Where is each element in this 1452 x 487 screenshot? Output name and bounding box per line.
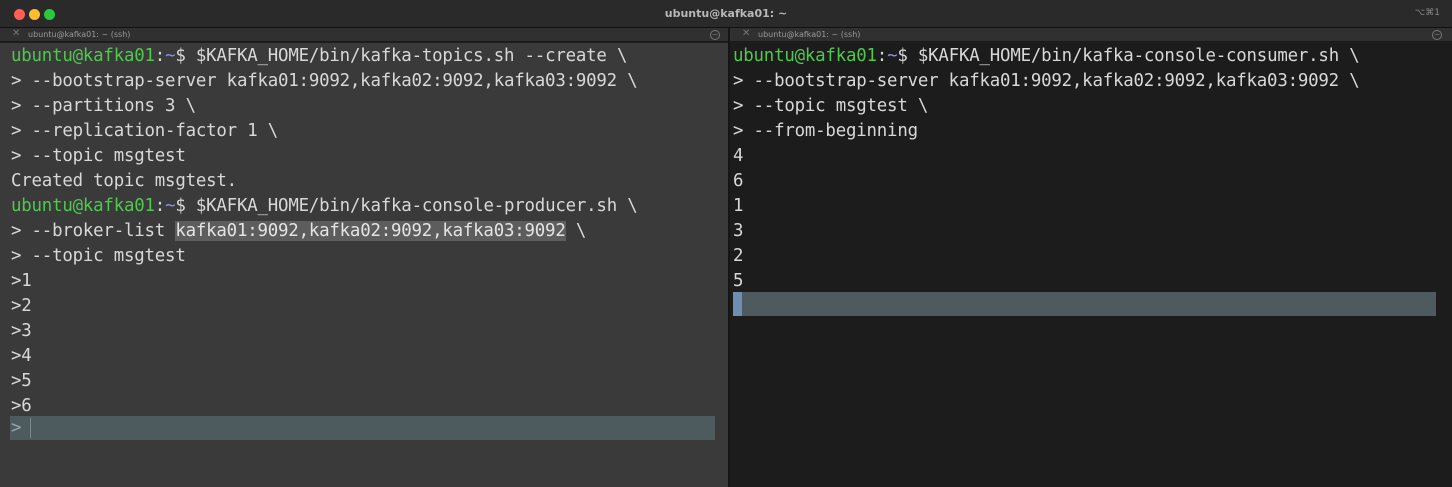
close-tab-icon[interactable]: ✕ (12, 28, 20, 39)
continuation-line: > --bootstrap-server kafka01:9092,kafka0… (733, 71, 1360, 91)
terminal-pane-left[interactable]: ubuntu@kafka01:~$ $KAFKA_HOME/bin/kafka-… (0, 43, 728, 487)
window-shortcut: ⌥⌘1 (1414, 8, 1440, 18)
prompt-symbol: $ (175, 196, 186, 216)
tab-right-label: ubuntu@kafka01: ~ (ssh) (758, 30, 861, 39)
continuation-line: > --bootstrap-server kafka01:9092,kafka0… (11, 71, 638, 91)
prompt-separator: : (154, 196, 166, 216)
consumed-message: 5 (733, 271, 744, 291)
tab-left-label: ubuntu@kafka01: ~ (ssh) (28, 30, 131, 39)
continuation-line: > --topic msgtest (11, 146, 186, 166)
producer-prompt: > (11, 418, 22, 438)
selected-text[interactable]: kafka01:9092,kafka02:9092,kafka03:9092 (175, 221, 566, 241)
prompt-symbol: $ (897, 46, 908, 66)
broker-list-flag: > --broker-list (11, 221, 176, 241)
prompt-path: ~ (887, 46, 898, 66)
producer-input-line: >5 (11, 371, 32, 391)
pane-options-icon[interactable]: − (1432, 30, 1442, 40)
producer-input-line: >3 (11, 321, 32, 341)
consumed-message: 1 (733, 196, 744, 216)
producer-input-line: >2 (11, 296, 32, 316)
text-cursor (30, 418, 31, 438)
prompt-user-host: ubuntu@kafka01 (11, 46, 155, 66)
continuation-line: > --partitions 3 \ (11, 96, 196, 116)
continuation-line: > --topic msgtest \ (733, 96, 929, 116)
window-title: ubuntu@kafka01: ~ (664, 7, 788, 20)
command-line: ubuntu@kafka01:~$ $KAFKA_HOME/bin/kafka-… (733, 44, 1360, 69)
tab-right-pane[interactable]: ✕ ubuntu@kafka01: ~ (ssh) − (730, 28, 1452, 42)
prompt-separator: : (876, 46, 888, 66)
command-text: $KAFKA_HOME/bin/kafka-console-producer.s… (185, 196, 638, 216)
continuation-line: > --replication-factor 1 \ (11, 121, 279, 141)
close-tab-icon[interactable]: ✕ (742, 28, 750, 39)
consumed-message: 6 (733, 171, 744, 191)
prompt-user-host: ubuntu@kafka01 (11, 196, 155, 216)
continuation-line: > --topic msgtest (11, 246, 186, 266)
prompt-path: ~ (165, 196, 176, 216)
output-line: Created topic msgtest. (11, 171, 237, 191)
consumed-message: 2 (733, 246, 744, 266)
consumed-message: 4 (733, 146, 744, 166)
command-text: $KAFKA_HOME/bin/kafka-topics.sh --create… (185, 46, 628, 66)
command-text: $KAFKA_HOME/bin/kafka-console-consumer.s… (907, 46, 1360, 66)
command-line: ubuntu@kafka01:~$ $KAFKA_HOME/bin/kafka-… (11, 194, 638, 219)
active-input-line[interactable]: > (10, 416, 715, 440)
continuation-line: > --from-beginning (733, 121, 918, 141)
producer-input-line: >4 (11, 346, 32, 366)
prompt-user-host: ubuntu@kafka01 (733, 46, 877, 66)
prompt-path: ~ (165, 46, 176, 66)
active-input-line[interactable] (733, 292, 1436, 316)
command-line: ubuntu@kafka01:~$ $KAFKA_HOME/bin/kafka-… (11, 44, 638, 69)
tab-left-pane[interactable]: ✕ ubuntu@kafka01: ~ (ssh) − (0, 28, 728, 42)
window-titlebar: ubuntu@kafka01: ~ ⌥⌘1 (0, 0, 1452, 28)
line-continuation: \ (565, 221, 587, 241)
pane-options-icon[interactable]: − (710, 30, 720, 40)
text-cursor (733, 292, 742, 316)
producer-input-line: >1 (11, 271, 32, 291)
prompt-symbol: $ (175, 46, 186, 66)
continuation-line: > --broker-list kafka01:9092,kafka02:909… (11, 219, 638, 244)
terminal-pane-right[interactable]: ubuntu@kafka01:~$ $KAFKA_HOME/bin/kafka-… (730, 43, 1452, 487)
prompt-separator: : (154, 46, 166, 66)
consumed-message: 3 (733, 221, 744, 241)
